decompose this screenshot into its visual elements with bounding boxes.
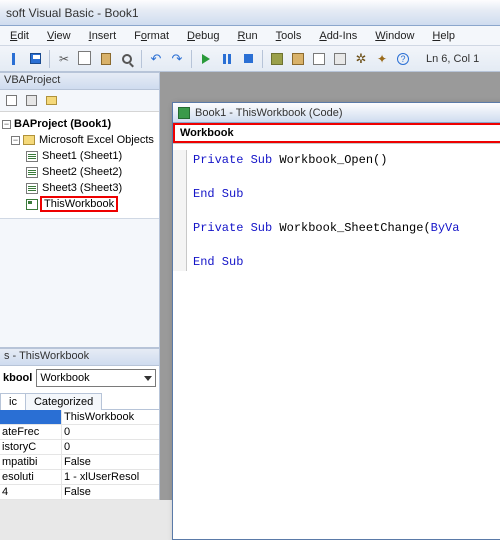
toolbox-icon: ✲: [356, 51, 367, 67]
code-gutter: [173, 150, 187, 271]
object-icon: [334, 53, 346, 65]
sheet-icon: [26, 167, 38, 178]
toolbar-view-btn[interactable]: [4, 49, 24, 69]
tree-root[interactable]: −BAProject (Book1): [2, 116, 159, 132]
view-code-button[interactable]: [2, 92, 20, 110]
tree-item-thisworkbook[interactable]: ThisWorkbook: [2, 196, 159, 212]
props-icon: [313, 53, 325, 65]
props-row[interactable]: ThisWorkbook: [0, 410, 159, 425]
help-icon: ?: [397, 53, 409, 65]
tree-item-sheet3[interactable]: Sheet3 (Sheet3): [2, 180, 159, 196]
paste-icon: [101, 53, 111, 65]
menubar: Edit View Insert Format Debug Run Tools …: [0, 26, 500, 46]
object-button[interactable]: [330, 49, 350, 69]
tree-item-sheet2[interactable]: Sheet2 (Sheet2): [2, 164, 159, 180]
window-titlebar: soft Visual Basic - Book1: [0, 0, 500, 26]
copy-icon: [80, 53, 91, 65]
window-title: soft Visual Basic - Book1: [6, 6, 139, 20]
menu-addins[interactable]: Add-Ins: [311, 29, 365, 43]
props-row[interactable]: 4False: [0, 485, 159, 500]
workbook-icon: [26, 199, 38, 210]
props-row[interactable]: istoryC0: [0, 440, 159, 455]
paste-button[interactable]: [96, 49, 116, 69]
props-row[interactable]: mpatibiFalse: [0, 455, 159, 470]
undo-icon: ↶: [151, 51, 162, 67]
menu-tools[interactable]: Tools: [268, 29, 310, 43]
misc-button[interactable]: ✦: [372, 49, 392, 69]
code-window-title: Book1 - ThisWorkbook (Code): [195, 107, 343, 119]
properties-grid[interactable]: ThisWorkbookateFrec0istoryC0mpatibiFalse…: [0, 410, 159, 500]
props-row[interactable]: esoluti1 - xlUserResol: [0, 470, 159, 485]
menu-run[interactable]: Run: [229, 29, 265, 43]
code-window-titlebar[interactable]: Book1 - ThisWorkbook (Code): [173, 103, 500, 123]
props-tab-alphabetic[interactable]: ic: [0, 393, 26, 410]
menu-edit[interactable]: Edit: [2, 29, 37, 43]
props-object-name: kbool: [3, 372, 32, 384]
run-icon: [202, 54, 210, 64]
misc-icon: ✦: [377, 52, 387, 66]
redo-icon: ↷: [172, 51, 183, 67]
redo-button[interactable]: ↷: [167, 49, 187, 69]
excel-icon: [178, 107, 190, 119]
design-button[interactable]: [267, 49, 287, 69]
undo-button[interactable]: ↶: [146, 49, 166, 69]
props-button[interactable]: [309, 49, 329, 69]
menu-insert[interactable]: Insert: [81, 29, 125, 43]
project-button[interactable]: [288, 49, 308, 69]
pause-button[interactable]: [217, 49, 237, 69]
design-icon: [271, 53, 283, 65]
pause-icon: [223, 54, 232, 64]
cut-icon: ✂: [59, 52, 69, 66]
sheet-icon: [26, 183, 38, 194]
cut-button[interactable]: ✂: [54, 49, 74, 69]
props-tab-categorized[interactable]: Categorized: [25, 393, 102, 410]
toolbox-button[interactable]: ✲: [351, 49, 371, 69]
folder-icon: [23, 135, 35, 145]
find-icon: [122, 54, 132, 64]
stop-button[interactable]: [238, 49, 258, 69]
menu-help[interactable]: Help: [424, 29, 463, 43]
mdi-area: Book1 - ThisWorkbook (Code) Workbook Pri…: [160, 72, 500, 500]
save-icon: [30, 53, 41, 64]
menu-view[interactable]: View: [39, 29, 79, 43]
view-object-button[interactable]: [22, 92, 40, 110]
tree-item-sheet1[interactable]: Sheet1 (Sheet1): [2, 148, 159, 164]
menu-format[interactable]: Format: [126, 29, 177, 43]
stop-icon: [244, 54, 253, 63]
help-button[interactable]: ?: [393, 49, 413, 69]
copy-button[interactable]: [75, 49, 95, 69]
props-object-selector[interactable]: Workbook: [36, 369, 156, 387]
object-dropdown[interactable]: Workbook: [173, 123, 500, 143]
tree-folder[interactable]: −Microsoft Excel Objects: [2, 132, 159, 148]
toolbar: ✂ ↶ ↷ ✲ ✦ ? Ln 6, Col 1: [0, 46, 500, 72]
project-toolbar: [0, 90, 159, 112]
menu-window[interactable]: Window: [367, 29, 422, 43]
props-row[interactable]: ateFrec0: [0, 425, 159, 440]
chevron-down-icon: [144, 376, 152, 381]
project-explorer-title: VBAProject: [0, 72, 159, 90]
save-button[interactable]: [25, 49, 45, 69]
code-editor[interactable]: Private Sub Workbook_Open() End Sub Priv…: [187, 150, 459, 271]
toggle-folders-button[interactable]: [42, 92, 60, 110]
project-icon: [292, 53, 304, 65]
find-button[interactable]: [117, 49, 137, 69]
properties-title: s - ThisWorkbook: [0, 348, 159, 366]
sheet-icon: [26, 151, 38, 162]
run-button[interactable]: [196, 49, 216, 69]
code-window: Book1 - ThisWorkbook (Code) Workbook Pri…: [172, 102, 500, 540]
menu-debug[interactable]: Debug: [179, 29, 227, 43]
cursor-position: Ln 6, Col 1: [426, 53, 479, 65]
